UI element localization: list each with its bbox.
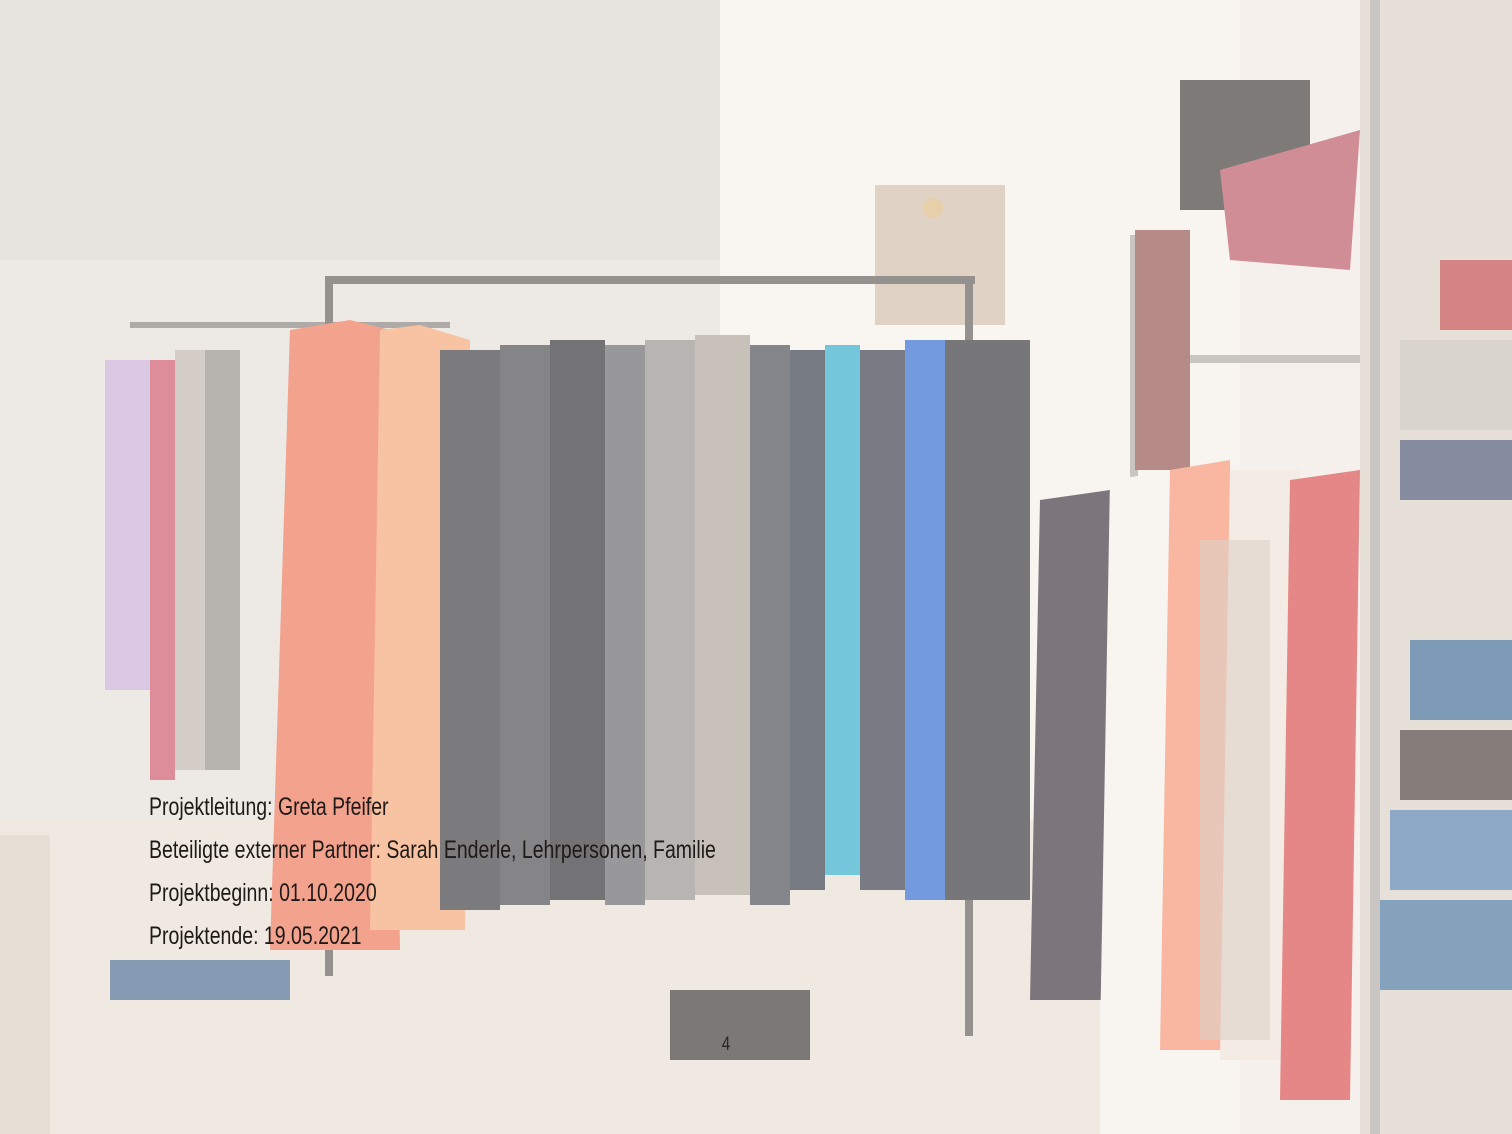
project-start-line: Projektbeginn: 01.10.2020 [149,879,377,907]
project-end-line: Projektende: 19.05.2021 [149,922,362,950]
page-number: 4 [721,1034,731,1055]
project-lead-line: Projektleitung: Greta Pfeifer [149,793,389,821]
slide-page: Projektleitung: Greta Pfeifer Beteiligte… [0,0,1512,1134]
external-partners-line: Beteiligte externer Partner: Sarah Ender… [149,836,716,864]
project-info-block: Projektleitung: Greta Pfeifer Beteiligte… [149,786,716,958]
light-overlay [0,0,1512,1134]
